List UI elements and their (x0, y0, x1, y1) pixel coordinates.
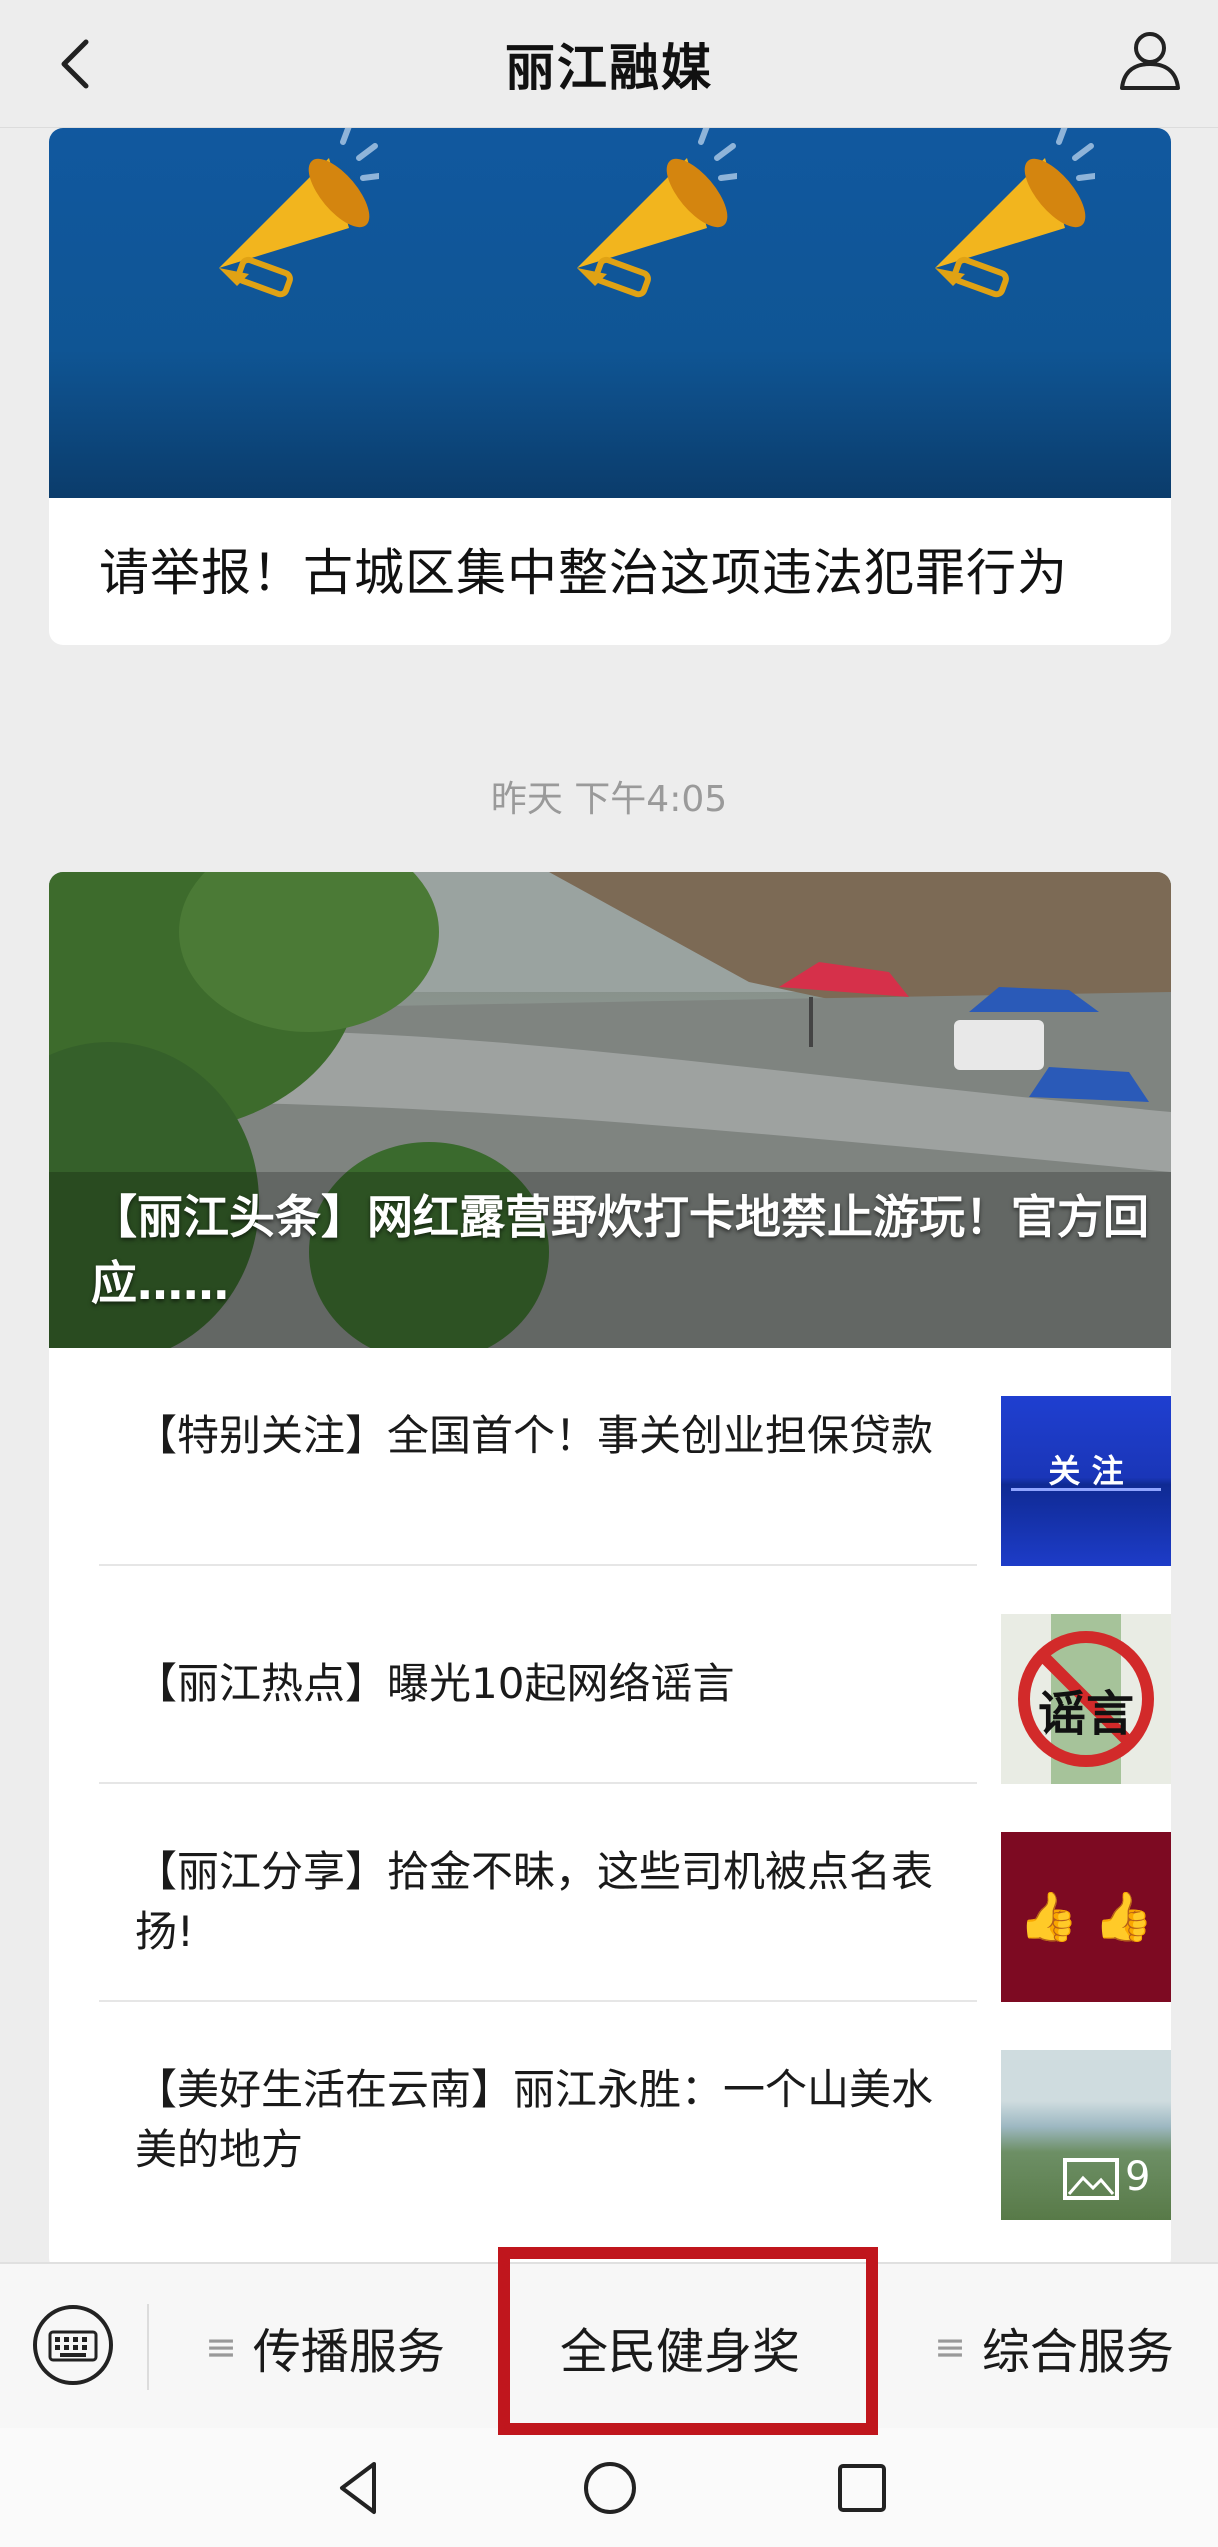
thumbnail-label: 谣言 (1037, 1686, 1134, 1742)
menu-broadcast-services[interactable]: ≡ 传播服务 (160, 2264, 490, 2430)
article-card-group: 【丽江头条】网红露营野炊打卡地禁止游玩！官方回应…… 【特别关注】全国首个！事关… (49, 872, 1171, 2272)
hero-article-title[interactable]: 【丽江头条】网红露营野炊打卡地禁止游玩！官方回应…… (91, 1184, 1151, 1316)
list-item[interactable]: 【美好生活在云南】丽江永胜：一个山美水美的地方 9 (99, 2002, 1171, 2220)
system-nav-bar (0, 2428, 1218, 2547)
list-item[interactable]: 【特别关注】全国首个！事关创业担保贷款 关 注 (99, 1348, 1171, 1566)
thumbs-up-icon: 👍 👍 (1018, 1889, 1154, 1945)
top-bar: 丽江融媒 (0, 0, 1218, 128)
menu-label: 传播服务 (252, 2324, 445, 2380)
nav-recents-icon[interactable] (826, 2452, 898, 2524)
news-thumbnail: 谣言 (1001, 1614, 1171, 1784)
menu-lines-icon: ≡ (934, 2325, 966, 2369)
menu-general-services[interactable]: ≡ 综合服务 (890, 2264, 1218, 2430)
list-item[interactable]: 【丽江热点】曝光10起网络谣言 谣言 (99, 1566, 1171, 1784)
nav-back-icon[interactable] (322, 2452, 394, 2524)
gallery-count: 9 (1125, 2154, 1151, 2200)
list-item[interactable]: 【丽江分享】拾金不昧，这些司机被点名表扬! 👍 👍 (99, 1784, 1171, 2002)
news-item-title[interactable]: 【丽江分享】拾金不昧，这些司机被点名表扬! (135, 1842, 959, 1962)
gallery-icon (1063, 2158, 1119, 2200)
hero-article[interactable]: 【丽江头条】网红露营野炊打卡地禁止游玩！官方回应…… (49, 872, 1171, 1348)
menu-lines-icon: ≡ (205, 2325, 237, 2369)
thumbnail-label: 关 注 (1048, 1452, 1124, 1490)
news-item-title[interactable]: 【美好生活在云南】丽江永胜：一个山美水美的地方 (135, 2060, 959, 2180)
megaphone-icon (935, 128, 1095, 298)
news-item-title[interactable]: 【特别关注】全国首个！事关创业担保贷款 (135, 1406, 959, 1466)
divider (147, 2304, 149, 2390)
megaphone-icon (219, 128, 379, 298)
nav-home-icon[interactable] (574, 2452, 646, 2524)
banner-image (49, 128, 1171, 498)
page-title: 丽江融媒 (505, 39, 713, 97)
menu-label: 综合服务 (981, 2324, 1174, 2380)
highlight-box (498, 2247, 878, 2435)
news-thumbnail: 关 注 (1001, 1396, 1171, 1566)
news-thumbnail: 9 (1001, 2050, 1171, 2220)
megaphone-icon (577, 128, 737, 298)
news-item-title[interactable]: 【丽江热点】曝光10起网络谣言 (135, 1654, 959, 1714)
news-thumbnail: 👍 👍 (1001, 1832, 1171, 2002)
keyboard-icon[interactable] (30, 2302, 116, 2388)
article-card-top[interactable]: 请举报！古城区集中整治这项违法犯罪行为 (49, 128, 1171, 645)
message-timestamp: 昨天 下午4:05 (490, 779, 728, 820)
profile-icon[interactable] (1110, 20, 1190, 100)
article-title[interactable]: 请举报！古城区集中整治这项违法犯罪行为 (99, 533, 1068, 605)
